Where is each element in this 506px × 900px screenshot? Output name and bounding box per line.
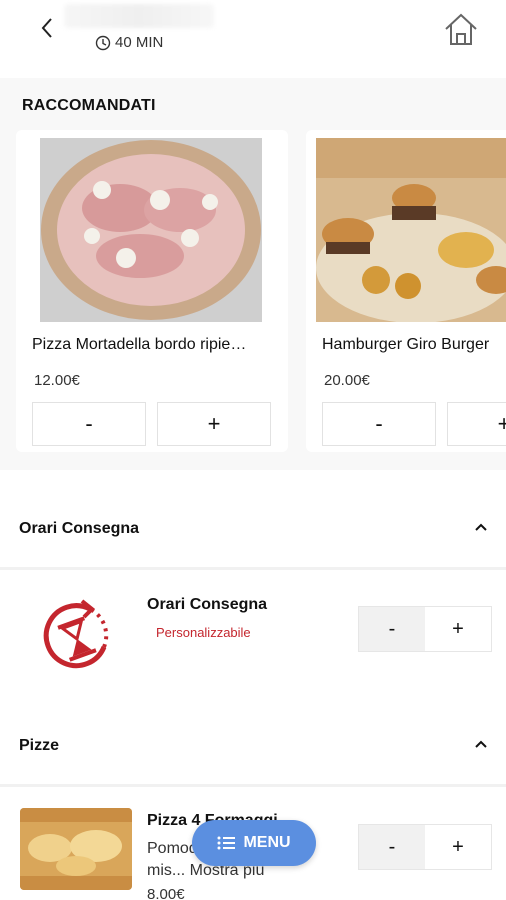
chevron-up-icon[interactable] xyxy=(474,522,488,532)
product-name: Orari Consegna xyxy=(147,596,268,613)
section-header-pizze[interactable]: Pizze xyxy=(0,701,506,787)
quantity-stepper: - + xyxy=(358,606,492,652)
chevron-up-icon[interactable] xyxy=(474,739,488,749)
store-name xyxy=(64,4,214,28)
menu-button[interactable]: MENU xyxy=(192,820,316,866)
back-button[interactable] xyxy=(34,14,60,42)
list-icon xyxy=(217,836,236,850)
customizable-label: Personalizzabile xyxy=(156,625,251,640)
increase-button[interactable]: + xyxy=(425,825,491,869)
recommended-title: RACCOMANDATI xyxy=(22,97,156,114)
decrease-button[interactable]: - xyxy=(359,825,425,869)
menu-label: MENU xyxy=(243,834,291,851)
section-title: Pizze xyxy=(19,737,60,754)
section-header-orari-consegna[interactable]: Orari Consegna xyxy=(0,484,506,570)
burger-image xyxy=(316,138,506,322)
section-title: Orari Consegna xyxy=(19,520,140,537)
product-price: 8.00€ xyxy=(147,886,185,900)
home-icon xyxy=(445,13,477,45)
item-name: Pizza Mortadella bordo ripie… xyxy=(32,336,247,353)
recommended-card[interactable]: Hamburger Giro Burger 20.00€ - + xyxy=(306,130,506,452)
hourglass-clock-icon xyxy=(30,587,128,685)
item-price: 20.00€ xyxy=(324,372,370,389)
recommended-card[interactable]: Pizza Mortadella bordo ripie… 12.00€ - + xyxy=(16,130,288,452)
delivery-time: 40 MIN xyxy=(95,34,163,51)
recommended-section: RACCOMANDATI Pizza Mortadella bordo ripi… xyxy=(0,78,506,470)
increase-button[interactable]: + xyxy=(157,402,271,446)
pizza-image xyxy=(20,808,132,890)
chevron-left-icon xyxy=(41,18,52,38)
item-name: Hamburger Giro Burger xyxy=(322,336,490,353)
pizza-image xyxy=(40,138,262,322)
decrease-button[interactable]: - xyxy=(322,402,436,446)
quantity-stepper: - + xyxy=(358,824,492,870)
decrease-button[interactable]: - xyxy=(359,607,425,651)
product-row[interactable]: Orari Consegna Personalizzabile - + xyxy=(0,573,506,703)
increase-button[interactable]: + xyxy=(447,402,506,446)
decrease-button[interactable]: - xyxy=(32,402,146,446)
item-price: 12.00€ xyxy=(34,372,80,389)
eta-text: 40 MIN xyxy=(115,34,164,51)
clock-icon xyxy=(95,35,111,50)
increase-button[interactable]: + xyxy=(425,607,491,651)
home-button[interactable] xyxy=(442,10,480,48)
top-bar: 40 MIN xyxy=(0,0,506,78)
